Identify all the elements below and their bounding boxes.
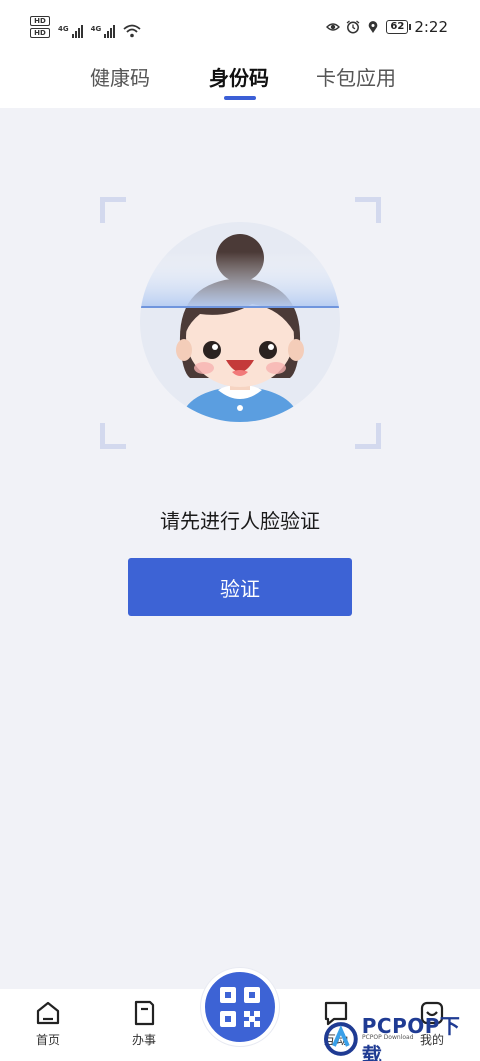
- qr-code-button[interactable]: [201, 968, 279, 1046]
- face-verify-prompt: 请先进行人脸验证: [160, 509, 320, 533]
- hd-badge-1: HD: [30, 16, 50, 26]
- signal-2-gen: 4G: [90, 25, 102, 33]
- frame-corner-top-left: [100, 197, 126, 223]
- watermark-logo: PCPOP下载 PCPOP Download: [324, 1010, 480, 1061]
- signal-1-icon: 4G: [58, 25, 83, 38]
- frame-corner-bottom-left: [100, 423, 126, 449]
- location-icon: [369, 21, 378, 33]
- nav-item-home[interactable]: 首页: [18, 999, 78, 1048]
- tab-identity-code[interactable]: 身份码: [209, 62, 269, 91]
- nav-label-home: 首页: [35, 1033, 60, 1047]
- active-tab-indicator: [224, 96, 256, 100]
- watermark-sub: PCPOP Download: [362, 1034, 414, 1041]
- hd-badge-2: HD: [30, 28, 50, 38]
- alarm-icon: [346, 20, 360, 34]
- hd-badges: HD HD: [30, 16, 50, 38]
- nav-label-services: 办事: [131, 1033, 156, 1047]
- verify-button[interactable]: 验证: [128, 558, 352, 616]
- nav-item-services[interactable]: 办事: [114, 999, 174, 1048]
- home-icon: [36, 1001, 60, 1025]
- signal-2-icon: 4G: [91, 25, 116, 38]
- battery-indicator: 62: [386, 20, 412, 34]
- status-right: 62 2:22: [326, 18, 448, 36]
- tab-health-code[interactable]: 健康码: [90, 62, 150, 91]
- qr-code-icon: [220, 987, 260, 1027]
- tab-bar: 健康码 身份码 卡包应用: [0, 56, 480, 108]
- frame-corner-top-right: [355, 197, 381, 223]
- wifi-icon: [123, 24, 141, 38]
- eye-icon: [326, 23, 341, 31]
- face-avatar-illustration: [140, 222, 340, 422]
- watermark-emblem-icon: [324, 1022, 358, 1056]
- status-time: 2:22: [414, 18, 448, 36]
- frame-corner-bottom-right: [355, 423, 381, 449]
- status-left: HD HD 4G 4G: [30, 16, 141, 38]
- status-bar: HD HD 4G 4G 62 2:22: [0, 0, 480, 56]
- signal-1-gen: 4G: [58, 25, 69, 33]
- document-icon: [134, 1000, 155, 1026]
- tab-card-apps[interactable]: 卡包应用: [316, 62, 396, 91]
